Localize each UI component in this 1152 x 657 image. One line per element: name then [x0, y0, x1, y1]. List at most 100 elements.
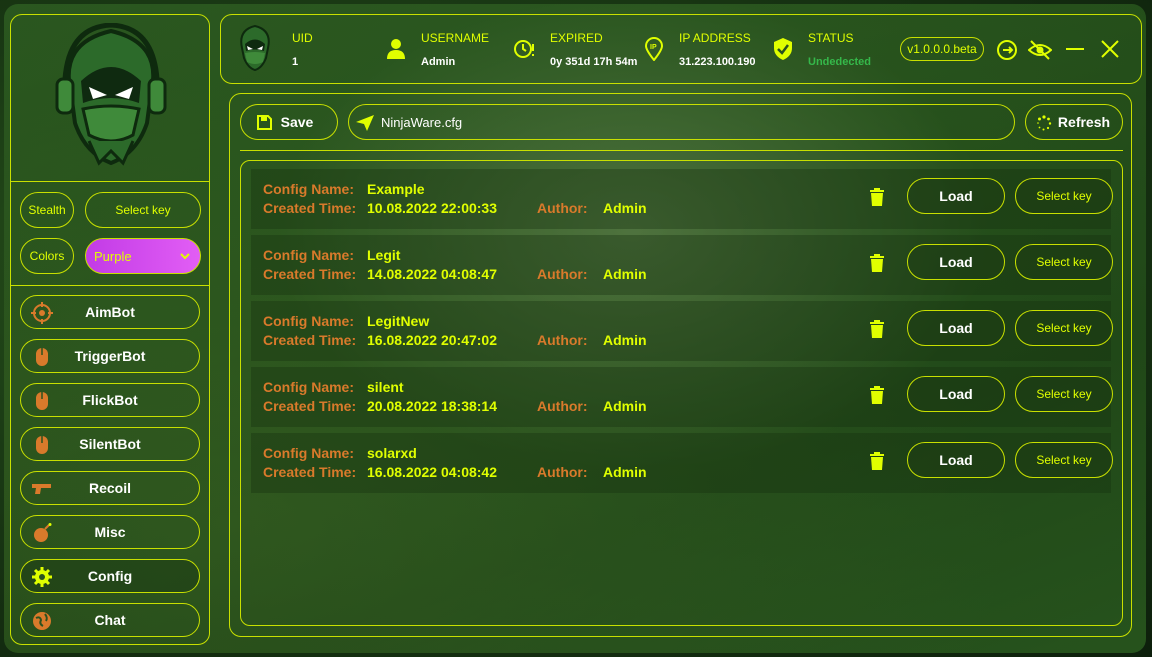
config-name-value: solarxd — [367, 445, 417, 461]
config-row: Config Name: silent Created Time: 20.08.… — [251, 367, 1113, 427]
created-time-value: 16.08.2022 20:47:02 — [367, 332, 497, 348]
mouse-icon — [36, 348, 48, 366]
refresh-icon — [1037, 115, 1052, 131]
load-label: Load — [939, 320, 973, 336]
clock-alert-icon — [514, 40, 534, 58]
nav-triggerbot[interactable]: TriggerBot — [20, 339, 200, 373]
nav-aimbot[interactable]: AimBot — [20, 295, 200, 329]
color-select[interactable]: Purple — [85, 238, 201, 274]
minimize-icon[interactable] — [1065, 39, 1085, 59]
select-key-label: Select key — [1036, 453, 1092, 467]
trash-icon[interactable] — [869, 386, 885, 404]
shield-check-icon — [774, 38, 792, 60]
author-key: Author: — [537, 332, 588, 348]
gun-icon — [32, 484, 51, 494]
config-list: Config Name: Example Created Time: 10.08… — [240, 160, 1123, 626]
username-value: Admin — [421, 56, 456, 68]
send-icon — [356, 115, 374, 131]
nav-label: Config — [87, 568, 133, 584]
select-key-button[interactable]: Select key — [1015, 178, 1113, 214]
ip-value: 31.223.100.190 — [679, 56, 756, 68]
nav-config[interactable]: Config — [20, 559, 200, 593]
load-button[interactable]: Load — [907, 244, 1005, 280]
author-key: Author: — [537, 464, 588, 480]
gear-icon — [32, 567, 52, 587]
ninja-logo — [49, 22, 173, 169]
version-label: v1.0.0.0.beta — [907, 42, 977, 56]
stealth-select-key-button[interactable]: Select key — [85, 192, 201, 228]
config-name-key: Config Name: — [263, 247, 354, 263]
colors-button[interactable]: Colors — [20, 238, 74, 274]
trash-icon[interactable] — [869, 254, 885, 272]
nav-chat[interactable]: Chat — [20, 603, 200, 637]
nav-label: Chat — [94, 612, 126, 628]
config-row: Config Name: Legit Created Time: 14.08.2… — [251, 235, 1113, 295]
eye-hidden-icon[interactable] — [1028, 39, 1052, 61]
config-name-value: LegitNew — [367, 313, 430, 329]
author-key: Author: — [537, 398, 588, 414]
created-time-key: Created Time: — [263, 332, 357, 348]
config-name-value: Legit — [367, 247, 401, 263]
load-button[interactable]: Load — [907, 376, 1005, 412]
load-label: Load — [939, 386, 973, 402]
trash-icon[interactable] — [869, 320, 885, 338]
select-key-button[interactable]: Select key — [1015, 442, 1113, 478]
config-name-key: Config Name: — [263, 445, 354, 461]
nav-label: FlickBot — [82, 392, 138, 408]
header-bar: UID 1 USERNAME Admin EXPIRED 0y 351d 17h… — [220, 14, 1142, 84]
config-row: Config Name: solarxd Created Time: 16.08… — [251, 433, 1113, 493]
select-key-button[interactable]: Select key — [1015, 376, 1113, 412]
nav-misc[interactable]: Misc — [20, 515, 200, 549]
select-key-button[interactable]: Select key — [1015, 244, 1113, 280]
version-badge: v1.0.0.0.beta — [900, 37, 984, 61]
nav-label: SilentBot — [79, 436, 141, 452]
expired-title: EXPIRED — [550, 31, 603, 45]
status-title: STATUS — [808, 31, 854, 45]
stealth-button[interactable]: Stealth — [20, 192, 74, 228]
trash-icon[interactable] — [869, 452, 885, 470]
logout-icon[interactable] — [996, 39, 1018, 61]
created-time-key: Created Time: — [263, 266, 357, 282]
author-value: Admin — [603, 200, 647, 216]
nav-flickbot[interactable]: FlickBot — [20, 383, 200, 417]
config-filename-input[interactable]: NinjaWare.cfg — [348, 104, 1015, 140]
nav-silentbot[interactable]: SilentBot — [20, 427, 200, 461]
load-button[interactable]: Load — [907, 178, 1005, 214]
config-panel: Save NinjaWare.cfg Refresh Config Name: … — [229, 93, 1132, 637]
config-name-key: Config Name: — [263, 181, 354, 197]
trash-icon[interactable] — [869, 188, 885, 206]
mouse-icon — [36, 392, 48, 410]
uid-value: 1 — [292, 56, 299, 68]
created-time-key: Created Time: — [263, 200, 357, 216]
sidebar: Stealth Select key Colors Purple AimBot … — [10, 14, 210, 645]
config-row: Config Name: LegitNew Created Time: 16.0… — [251, 301, 1113, 361]
user-icon — [387, 39, 405, 59]
nav-label: Recoil — [88, 480, 131, 496]
select-key-label: Select key — [1036, 189, 1092, 203]
select-key-label: Select key — [115, 203, 171, 217]
load-label: Load — [939, 188, 973, 204]
username-title: USERNAME — [421, 31, 490, 45]
load-button[interactable]: Load — [907, 310, 1005, 346]
save-icon — [257, 115, 272, 130]
author-value: Admin — [603, 464, 647, 480]
created-time-value: 20.08.2022 18:38:14 — [367, 398, 497, 414]
nav-recoil[interactable]: Recoil — [20, 471, 200, 505]
save-label: Save — [280, 114, 314, 130]
save-button[interactable]: Save — [240, 104, 338, 140]
refresh-label: Refresh — [1057, 114, 1111, 130]
config-name-value: silent — [367, 379, 404, 395]
stealth-label: Stealth — [28, 203, 66, 217]
load-button[interactable]: Load — [907, 442, 1005, 478]
config-name-key: Config Name: — [263, 379, 354, 395]
nav-label: Misc — [94, 524, 126, 540]
author-key: Author: — [537, 200, 588, 216]
select-key-label: Select key — [1036, 387, 1092, 401]
close-icon[interactable] — [1100, 39, 1120, 59]
location-ip-icon: IP — [645, 37, 663, 61]
config-name-value: Example — [367, 181, 425, 197]
refresh-button[interactable]: Refresh — [1025, 104, 1123, 140]
created-time-value: 10.08.2022 22:00:33 — [367, 200, 497, 216]
select-key-button[interactable]: Select key — [1015, 310, 1113, 346]
nav-label: TriggerBot — [74, 348, 146, 364]
